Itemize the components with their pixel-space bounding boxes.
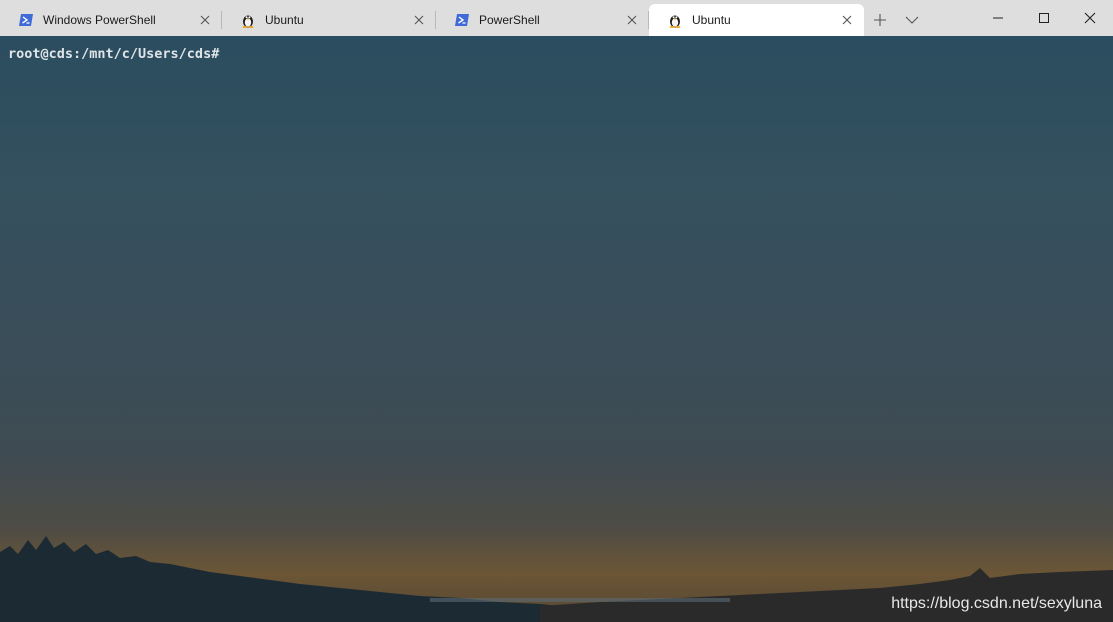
minimize-button[interactable] [975,0,1021,36]
close-icon[interactable] [198,13,212,27]
plus-icon [874,14,886,26]
linux-tux-icon [667,12,683,28]
tab-dropdown-button[interactable] [896,4,928,36]
title-bar: Windows PowerShell Ubuntu PowerShell Ubu… [0,0,1113,36]
linux-tux-icon [240,12,256,28]
terminal-pane[interactable]: root@cds:/mnt/c/Users/cds# https://blog.… [0,36,1113,622]
window-caption-buttons [975,0,1113,36]
new-tab-button[interactable] [864,4,896,36]
tab-label: Ubuntu [265,13,304,27]
close-icon[interactable] [412,13,426,27]
close-window-button[interactable] [1067,0,1113,36]
powershell-icon [454,12,470,28]
powershell-icon [18,12,34,28]
tab-powershell[interactable]: PowerShell [436,4,649,36]
close-icon[interactable] [625,13,639,27]
close-icon[interactable] [840,13,854,27]
shell-prompt: root@cds:/mnt/c/Users/cds# [8,46,220,62]
tab-ubuntu[interactable]: Ubuntu [222,4,436,36]
tab-label: PowerShell [479,13,540,27]
maximize-icon [1039,13,1049,23]
close-icon [1084,12,1096,24]
tab-ubuntu-active[interactable]: Ubuntu [649,4,864,36]
minimize-icon [993,17,1003,19]
tab-label: Windows PowerShell [43,13,156,27]
tab-label: Ubuntu [692,13,731,27]
maximize-button[interactable] [1021,0,1067,36]
watermark-url: https://blog.csdn.net/sexyluna [891,595,1102,612]
tab-windows-powershell[interactable]: Windows PowerShell [0,4,222,36]
chevron-down-icon [905,16,919,24]
